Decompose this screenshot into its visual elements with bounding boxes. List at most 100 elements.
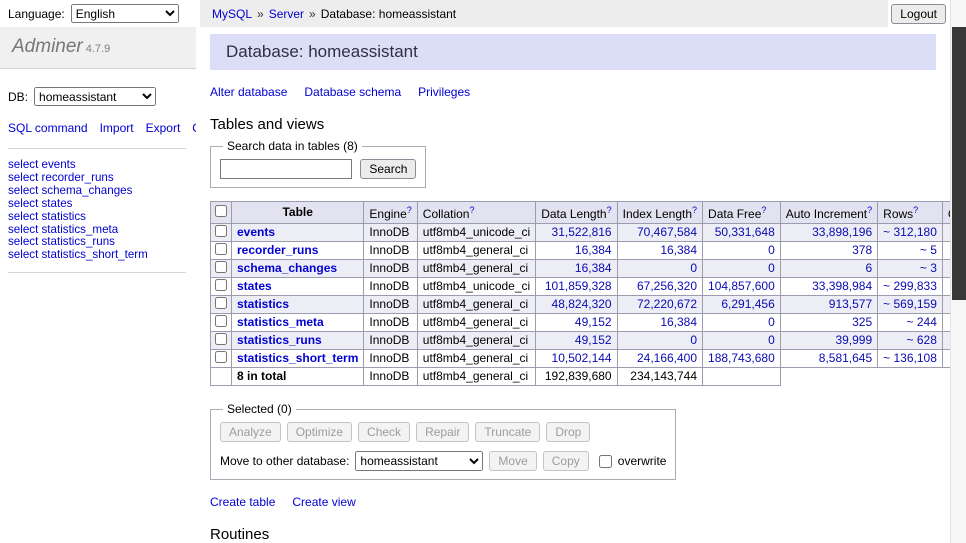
table-name-link[interactable]: recorder_runs — [237, 243, 318, 257]
table-name-link[interactable]: statistics_runs — [237, 333, 322, 347]
breadcrumb-link-server[interactable]: Server — [269, 7, 304, 21]
topbar: Language: English MySQL » Server » Datab… — [0, 0, 950, 27]
optimize-button[interactable]: Optimize — [287, 422, 352, 442]
sidebar-table-link[interactable]: select events — [8, 159, 186, 172]
engine-cell: InnoDB — [364, 296, 417, 314]
index-length-cell: 70,467,584 — [617, 224, 702, 242]
tables-body: eventsInnoDButf8mb4_unicode_ci31,522,816… — [211, 224, 951, 386]
column-help-link[interactable]: ? — [407, 205, 412, 215]
row-checkbox[interactable] — [215, 297, 227, 309]
index-length-cell: 0 — [617, 260, 702, 278]
overwrite-label[interactable]: overwrite — [618, 454, 667, 468]
database-schema-link[interactable]: Database schema — [304, 85, 401, 99]
column-help-link[interactable]: ? — [761, 205, 766, 215]
data-length-cell: 16,384 — [536, 260, 617, 278]
repair-button[interactable]: Repair — [416, 422, 469, 442]
column-help-link[interactable]: ? — [867, 205, 872, 215]
table-name-link[interactable]: statistics_short_term — [237, 351, 358, 365]
db-select[interactable]: homeassistant — [34, 87, 156, 106]
column-help-link[interactable]: ? — [692, 205, 697, 215]
privileges-link[interactable]: Privileges — [418, 85, 470, 99]
table-name-link[interactable]: events — [237, 225, 275, 239]
column-help-link[interactable]: ? — [607, 205, 612, 215]
column-help-link[interactable]: ? — [469, 205, 474, 215]
import-link[interactable]: Import — [100, 121, 134, 135]
auto-increment-cell: 8,581,645 — [780, 350, 877, 368]
table-name-cell: events — [232, 224, 364, 242]
engine-cell: InnoDB — [364, 350, 417, 368]
sidebar-table-link[interactable]: select statistics_short_term — [8, 249, 186, 262]
auto-increment-cell: 33,398,984 — [780, 278, 877, 296]
table-row: statistics_metaInnoDButf8mb4_general_ci4… — [211, 314, 951, 332]
table-name-link[interactable]: statistics — [237, 297, 289, 311]
row-checkbox[interactable] — [215, 225, 227, 237]
db-selector-row: DB: homeassistant — [8, 87, 186, 106]
row-checkbox[interactable] — [215, 243, 227, 255]
create-links-row: Create table Create view — [210, 495, 936, 509]
table-name-link[interactable]: states — [237, 279, 272, 293]
engine-cell: InnoDB — [364, 260, 417, 278]
column-help-link[interactable]: ? — [913, 205, 918, 215]
search-input[interactable] — [220, 159, 352, 179]
sidebar-table-link[interactable]: select states — [8, 198, 186, 211]
copy-button[interactable]: Copy — [543, 451, 589, 471]
search-button[interactable]: Search — [360, 159, 416, 179]
language-select[interactable]: English — [71, 4, 179, 23]
rows-cell: ~ 136,108 — [878, 350, 943, 368]
alter-database-link[interactable]: Alter database — [210, 85, 287, 99]
row-checkbox[interactable] — [215, 351, 227, 363]
sidebar-table-link[interactable]: select schema_changes — [8, 185, 186, 198]
move-button[interactable]: Move — [489, 451, 536, 471]
export-link[interactable]: Export — [146, 121, 181, 135]
data-free-cell: 0 — [703, 260, 781, 278]
sidebar-table-list: select eventsselect recorder_runsselect … — [8, 159, 186, 273]
logout-button[interactable]: Logout — [891, 4, 946, 24]
move-label: Move to other database: — [220, 454, 349, 468]
row-checkbox[interactable] — [215, 315, 227, 327]
total-engine-cell: InnoDB — [364, 368, 417, 386]
overwrite-checkbox[interactable] — [599, 455, 612, 468]
move-db-select[interactable]: homeassistant — [355, 451, 483, 471]
scrollbar[interactable] — [950, 0, 966, 543]
column-header-index-length: Index Length? — [617, 202, 702, 224]
rows-cell: ~ 244 — [878, 314, 943, 332]
collation-cell: utf8mb4_general_ci — [417, 296, 535, 314]
table-name-cell: schema_changes — [232, 260, 364, 278]
sidebar-table-link[interactable]: select statistics — [8, 211, 186, 224]
scrollbar-thumb[interactable] — [952, 27, 966, 300]
drop-button[interactable]: Drop — [546, 422, 590, 442]
sidebar-actions: SQL commandImportExportCreate table — [8, 118, 186, 149]
breadcrumb-link-mysql[interactable]: MySQL — [212, 7, 252, 21]
table-name-link[interactable]: schema_changes — [237, 261, 337, 275]
comment-cell — [942, 278, 950, 296]
tables-header-row: TableEngine?Collation?Data Length?Index … — [211, 202, 951, 224]
comment-cell — [942, 332, 950, 350]
collation-cell: utf8mb4_unicode_ci — [417, 224, 535, 242]
create-table-link[interactable]: Create table — [210, 495, 275, 509]
sidebar-table-link[interactable]: select recorder_runs — [8, 172, 186, 185]
row-checkbox[interactable] — [215, 333, 227, 345]
selected-buttons-row: Analyze Optimize Check Repair Truncate D… — [220, 422, 666, 442]
language-label: Language: — [8, 7, 65, 21]
create-view-link[interactable]: Create view — [292, 495, 355, 509]
table-name-link[interactable]: statistics_meta — [237, 315, 324, 329]
index-length-cell: 16,384 — [617, 314, 702, 332]
row-checkbox[interactable] — [215, 261, 227, 273]
sidebar: Adminer4.7.9 DB: homeassistant SQL comma… — [0, 27, 196, 543]
data-free-cell: 6,291,456 — [703, 296, 781, 314]
selected-legend: Selected (0) — [223, 402, 296, 416]
check-button[interactable]: Check — [358, 422, 410, 442]
table-name-cell: statistics — [232, 296, 364, 314]
row-checkbox[interactable] — [215, 279, 227, 291]
index-length-cell: 67,256,320 — [617, 278, 702, 296]
sql-command-link[interactable]: SQL command — [8, 121, 88, 135]
total-label-cell: 8 in total — [232, 368, 364, 386]
truncate-button[interactable]: Truncate — [475, 422, 540, 442]
rows-cell: ~ 312,180 — [878, 224, 943, 242]
analyze-button[interactable]: Analyze — [220, 422, 281, 442]
table-name-cell: statistics_short_term — [232, 350, 364, 368]
column-header-auto-increment: Auto Increment? — [780, 202, 877, 224]
app-name-link[interactable]: Adminer — [12, 36, 83, 57]
column-header-data-length: Data Length? — [536, 202, 617, 224]
select-all-checkbox[interactable] — [215, 205, 227, 217]
